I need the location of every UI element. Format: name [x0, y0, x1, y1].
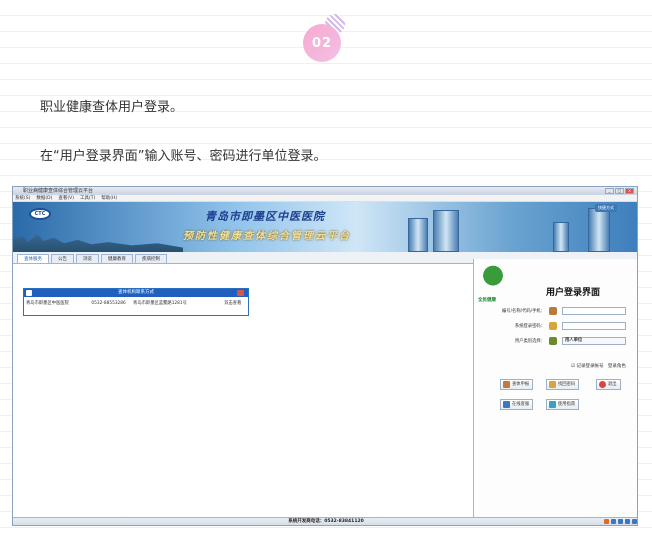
step-badge: 02 [303, 24, 341, 62]
health-logo-icon [478, 263, 508, 299]
window-titlebar: 职业病健康查体综合管理云平台 _ □ × [13, 187, 637, 195]
platform-name: 预防性健康查体综合管理云平台 [183, 231, 351, 242]
recover-password-label: 找回密码 [558, 382, 576, 387]
tray-icon[interactable] [625, 518, 630, 524]
user-type-row: 用户类别选择： 用人单位 [474, 337, 637, 346]
register-button[interactable]: 查体申报 [500, 379, 534, 390]
tray-icon[interactable] [632, 518, 637, 524]
contact-address: 青岛市即墨区蓝鳌路1281号 [133, 301, 187, 306]
app-screenshot: 职业病健康查体综合管理云平台 _ □ × 系统(S) 数据(D) 查看(V) 工… [12, 186, 638, 526]
password-row: 系统登录密码： [474, 322, 637, 331]
exit-label: 退出 [608, 382, 617, 387]
key-icon [549, 381, 556, 388]
tab-checkup-service[interactable]: 查体服务 [17, 254, 49, 263]
recover-password-button[interactable]: 找回密码 [546, 379, 580, 390]
contact-name: 青岛市即墨区中医医院 [26, 301, 69, 306]
menu-tools[interactable]: 工具(T) [80, 195, 95, 201]
hospital-name: 青岛市即墨区中医医院 [205, 210, 325, 223]
tab-disease-control[interactable]: 疾病控制 [135, 254, 167, 263]
help-icon [549, 401, 556, 408]
register-icon [503, 381, 510, 388]
tab-health-education[interactable]: 健康教育 [101, 254, 133, 263]
online-service-button[interactable]: 在线客服 [500, 399, 534, 410]
contact-panel-title: 查体机构联系方式 [118, 290, 154, 295]
minimize-button[interactable]: _ [605, 188, 614, 194]
login-panel: 全民健康 用户登录界面 编号/名称/代码/手机： 系统登录密码： 用户类别选择：… [473, 259, 637, 522]
service-icon [503, 401, 510, 408]
lock-icon [549, 322, 557, 330]
help-guide-label: 使用指南 [558, 402, 576, 407]
account-label: 编号/名称/代码/手机： [501, 309, 545, 314]
password-label: 系统登录密码： [514, 324, 545, 329]
help-guide-button[interactable]: 使用指南 [546, 399, 580, 410]
contact-panel-header: 查体机构联系方式 [24, 289, 248, 297]
password-input[interactable] [562, 322, 626, 330]
paragraph-login-instruction: 在“用户登录界面”输入账号、密码进行单位登录。 [40, 149, 327, 164]
tower-building [588, 208, 610, 252]
group-icon [549, 337, 557, 345]
maximize-button[interactable]: □ [615, 188, 624, 194]
tray-icon[interactable] [618, 518, 623, 524]
exit-button[interactable]: 退出 [596, 379, 621, 390]
contact-phone: 0532-88553286 [91, 301, 126, 306]
account-input[interactable] [562, 307, 626, 315]
window-title: 职业病健康查体综合管理云平台 [23, 188, 94, 194]
close-button[interactable]: × [625, 188, 634, 194]
exit-icon [599, 381, 606, 388]
paragraph-login-intro: 职业健康查体用户登录。 [40, 100, 184, 115]
user-icon [549, 307, 557, 315]
status-bar: 系统开发商电话：0532-83841120 [13, 517, 637, 525]
contact-action[interactable]: 双击查看 [224, 297, 246, 311]
user-type-label: 用户类别选择： [514, 339, 545, 344]
hospital-logo: CTC [29, 208, 51, 220]
header-banner: CTC 青岛市即墨区中医医院 预防性健康查体综合管理云平台 快捷方式 [13, 202, 637, 252]
role-login-label[interactable]: 登录角色 [608, 364, 626, 369]
panel-close-icon[interactable] [237, 290, 244, 296]
contact-row[interactable]: 青岛市即墨区中医医院 0532-88553286 青岛市即墨区蓝鳌路1281号 … [24, 297, 248, 311]
tab-browse[interactable]: 浏览 [76, 254, 99, 263]
health-logo-caption: 全民健康 [478, 298, 496, 303]
panel-icon [26, 290, 32, 296]
developer-phone: 系统开发商电话：0532-83841120 [288, 519, 364, 524]
menu-data[interactable]: 数据(D) [36, 195, 52, 201]
menu-bar: 系统(S) 数据(D) 查看(V) 工具(T) 帮助(H) [13, 195, 637, 202]
tower-building [553, 222, 569, 252]
register-label: 查体申报 [512, 382, 530, 387]
remember-row: ☑ 记录登录帐号 登录角色 [571, 363, 626, 369]
tray-icon[interactable] [611, 518, 616, 524]
main-content: 查体机构联系方式 青岛市即墨区中医医院 0532-88553286 青岛市即墨区… [13, 276, 471, 522]
remember-checkbox[interactable]: ☑ [571, 364, 575, 369]
account-row: 编号/名称/代码/手机： [474, 307, 637, 316]
contact-panel: 查体机构联系方式 青岛市即墨区中医医院 0532-88553286 青岛市即墨区… [23, 288, 249, 316]
online-service-label: 在线客服 [512, 402, 530, 407]
login-title: 用户登录界面 [546, 288, 601, 298]
tower-building [433, 210, 459, 252]
menu-system[interactable]: 系统(S) [15, 195, 30, 201]
remember-label: 记录登录帐号 [576, 364, 604, 369]
shortcut-button[interactable]: 快捷方式 [595, 204, 617, 212]
city-skyline [13, 234, 183, 252]
menu-view[interactable]: 查看(V) [58, 195, 74, 201]
user-type-select[interactable]: 用人单位 [562, 337, 626, 345]
tab-announcement[interactable]: 公告 [51, 254, 74, 263]
tray-icon[interactable] [604, 518, 609, 524]
menu-help[interactable]: 帮助(H) [101, 195, 117, 201]
system-tray [604, 517, 637, 525]
tower-building [408, 218, 428, 252]
window-controls: _ □ × [605, 188, 634, 194]
